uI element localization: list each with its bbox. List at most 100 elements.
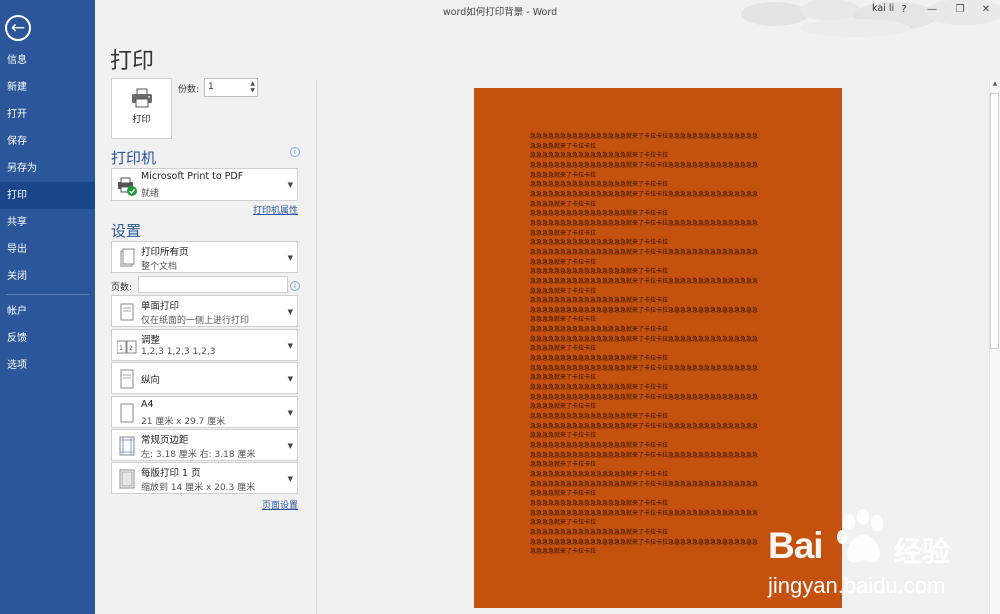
preview-line: 急急急急就来了卡拉卡拉 [530, 316, 597, 324]
print-button-label: 打印 [132, 115, 151, 125]
preview-line: 急急急急急急急急急急急急急急急急就来了卡拉卡拉 [530, 181, 669, 189]
page-title: 打印 [110, 49, 155, 74]
preview-line: 急急急急就来了卡拉卡拉 [530, 374, 597, 382]
scroll-up-icon[interactable]: ▲ [990, 80, 1000, 92]
page-setup-link[interactable]: 页面设置 [262, 498, 298, 511]
svg-text:2: 2 [129, 345, 133, 352]
sidebar-item[interactable]: 关闭 [0, 263, 95, 290]
preview-line: 急急急急急急急急急急急急急急急急就来了卡拉卡拉急急急急急急急急急急急急急急急 [530, 190, 759, 198]
preview-line: 急急急急就来了卡拉卡拉 [530, 171, 597, 179]
minimize-button[interactable]: — [921, 1, 943, 19]
sidebar-item[interactable]: 信息 [0, 47, 95, 74]
preview-line: 急急急急急急急急急急急急急急急急就来了卡拉卡拉 [530, 384, 669, 392]
setting-dropdown[interactable]: 常规页边距左: 3.18 厘米 右: 3.18 厘米 ▼ [111, 429, 298, 461]
setting-subtitle: 缩放到 14 厘米 x 20.3 厘米 [141, 483, 256, 493]
preview-line: 急急急急急急急急急急急急急急急急就来了卡拉卡拉 [530, 355, 669, 363]
watermark-brand-suffix: 经验 [894, 535, 951, 568]
preview-line: 急急急急急急急急急急急急急急急急就来了卡拉卡拉急急急急急急急急急急急急急急急 [530, 335, 759, 343]
sidebar-item[interactable]: 反馈 [0, 325, 95, 352]
preview-line: 急急急急急急急急急急急急急急急急就来了卡拉卡拉急急急急急急急急急急急急急急急 [530, 364, 759, 372]
print-button[interactable]: 打印 [111, 78, 172, 139]
close-button[interactable]: ✕ [975, 1, 997, 19]
preview-line: 急急急急就来了卡拉卡拉 [530, 403, 597, 411]
restore-button[interactable]: ❐ [949, 1, 971, 19]
window-title: word如何打印背景 - Word [442, 7, 558, 18]
preview-line: 急急急急急急急急急急急急急急急急就来了卡拉卡拉 [530, 326, 669, 334]
copies-stepper[interactable]: 1 ▲ ▼ [204, 78, 258, 97]
preview-line: 急急急急急急急急急急急急急急急急就来了卡拉卡拉 [530, 210, 669, 218]
settings-heading: 设置 [111, 222, 142, 240]
preview-line: 急急急急急急急急急急急急急急急急就来了卡拉卡拉 [530, 499, 669, 507]
collate-icon: 12 [117, 340, 137, 354]
setting-dropdown[interactable]: 单面打印仅在纸面的一侧上进行打印 ▼ [111, 295, 298, 327]
setting-dropdown[interactable]: 1 2 调整 1,2,3 1,2,3 1,2,3 ▼ [111, 329, 298, 361]
preview-line: 急急急急就来了卡拉卡拉 [530, 258, 597, 266]
setting-title: 单面打印 [141, 301, 180, 312]
printer-ready-icon [118, 177, 137, 196]
printer-dropdown[interactable]: Microsoft Print to PDF 就绪 ▼ [111, 168, 298, 201]
setting-subtitle: 仅在纸面的一侧上进行打印 [141, 316, 250, 326]
setting-dropdown[interactable]: 每版打印 1 页缩放到 14 厘米 x 20.3 厘米 ▼ [111, 462, 298, 494]
help-button[interactable]: ? [893, 1, 915, 19]
setting-dropdown[interactable]: 纵向 ▼ [111, 362, 298, 394]
preview-line: 急急急急就来了卡拉卡拉 [530, 287, 597, 295]
pages-info-icon[interactable]: i [290, 281, 300, 291]
sidebar-item[interactable]: 打印 [0, 182, 95, 209]
preview-line: 急急急急急急急急急急急急急急急急就来了卡拉卡拉 [530, 413, 669, 421]
sidebar-item[interactable]: 帐户 [0, 298, 95, 325]
setting-dropdown[interactable]: 打印所有页 整个文档 ▼ [111, 241, 298, 273]
preview-line: 急急急急就来了卡拉卡拉 [530, 229, 597, 237]
pages-per-sheet-icon [119, 469, 135, 489]
pages-label: 页数: [111, 283, 133, 293]
sidebar-item[interactable]: 新建 [0, 74, 95, 101]
printer-info-icon[interactable]: i [290, 147, 300, 157]
sidebar-item[interactable]: 共享 [0, 209, 95, 236]
scrollbar-thumb[interactable] [990, 93, 999, 349]
setting-title: A4 [141, 399, 154, 410]
pages-input[interactable] [138, 276, 288, 293]
setting-title: 纵向 [141, 375, 161, 386]
sidebar-item[interactable]: 导出 [0, 236, 95, 263]
title-bar: word如何打印背景 - Word kai li ? — ❐ ✕ [95, 0, 1000, 37]
printer-properties-link[interactable]: 打印机属性 [253, 203, 298, 216]
chevron-down-icon: ▼ [287, 442, 293, 450]
margins-icon [119, 436, 135, 456]
spin-arrows-icon[interactable]: ▲ ▼ [250, 80, 255, 94]
sidebar-separator [6, 294, 89, 295]
paper-size-icon [120, 403, 134, 423]
chevron-down-icon: ▼ [287, 254, 293, 262]
sidebar-item[interactable]: 选项 [0, 352, 95, 379]
setting-title: 调整 [141, 335, 161, 346]
preview-line: 急急急急急急急急急急急急急急急急就来了卡拉卡拉急急急急急急急急急急急急急急急 [530, 480, 759, 488]
preview-line: 急急急急急急急急急急急急急急急急就来了卡拉卡拉 [530, 268, 669, 276]
back-arrow-icon[interactable]: ← [5, 15, 31, 41]
portrait-icon [120, 369, 134, 389]
setting-title: 常规页边距 [141, 435, 189, 446]
preview-line: 急急急急急急急急急急急急急急急急就来了卡拉卡拉 [530, 297, 669, 305]
preview-line: 急急急急就来了卡拉卡拉 [530, 461, 597, 469]
setting-subtitle: 左: 3.18 厘米 右: 3.18 厘米 [141, 450, 256, 460]
setting-subtitle: 整个文档 [141, 262, 178, 272]
sidebar-item[interactable]: 保存 [0, 128, 95, 155]
preview-line: 急急急急就来了卡拉卡拉 [530, 432, 597, 440]
backstage-sidebar: ← 信息 新建 打开 保存 另存为 打印 共享 导出 关闭帐户 反馈 选项 [0, 0, 95, 614]
printer-name: Microsoft Print to PDF [141, 171, 244, 182]
account-name[interactable]: kai li [872, 3, 894, 14]
preview-line: 急急急急急急急急急急急急急急急急就来了卡拉卡拉 [530, 470, 669, 478]
chevron-down-icon: ▼ [287, 409, 293, 417]
chevron-down-icon: ▼ [287, 342, 293, 350]
preview-line: 急急急急就来了卡拉卡拉 [530, 548, 597, 556]
chevron-down-icon: ▼ [287, 308, 293, 316]
preview-line: 急急急急就来了卡拉卡拉 [530, 142, 597, 150]
preview-line: 急急急急急急急急急急急急急急急急就来了卡拉卡拉 [530, 239, 669, 247]
setting-title: 每版打印 1 页 [141, 468, 201, 479]
sidebar-item[interactable]: 打开 [0, 101, 95, 128]
sidebar-item[interactable]: 另存为 [0, 155, 95, 182]
printer-status: 就绪 [141, 189, 160, 199]
setting-dropdown[interactable]: A4 21 厘米 x 29.7 厘米 ▼ [111, 396, 298, 428]
preview-line: 急急急急急急急急急急急急急急急急就来了卡拉卡拉急急急急急急急急急急急急急急急 [530, 277, 759, 285]
setting-subtitle: 1,2,3 1,2,3 1,2,3 [141, 347, 216, 357]
preview-line: 急急急急急急急急急急急急急急急急就来了卡拉卡拉 [530, 528, 669, 536]
preview-line: 急急急急急急急急急急急急急急急急就来了卡拉卡拉急急急急急急急急急急急急急急急 [530, 306, 759, 314]
preview-line: 急急急急急急急急急急急急急急急急就来了卡拉卡拉急急急急急急急急急急急急急急急 [530, 422, 759, 430]
